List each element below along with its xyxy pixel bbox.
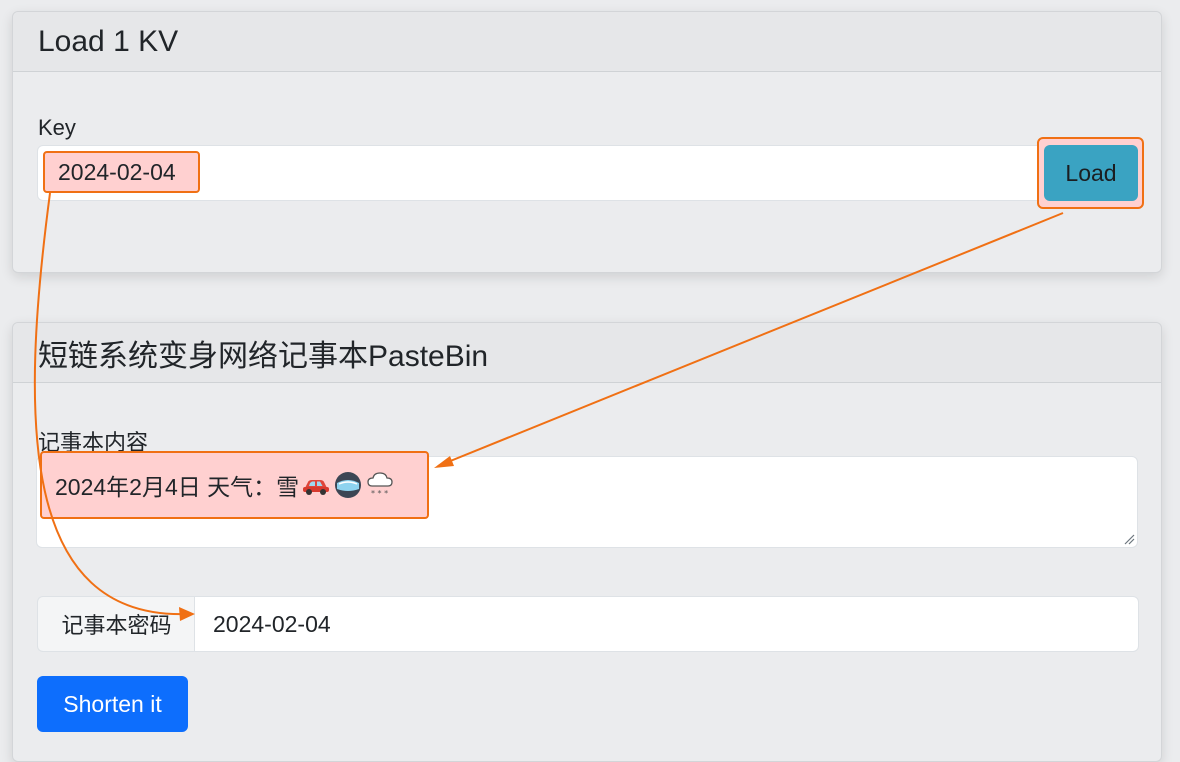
- content-value-highlight: 2024年2月4日 天气：雪 * * *: [40, 451, 429, 519]
- snow-cloud-icon: * * *: [365, 471, 395, 499]
- svg-text:* * *: * * *: [371, 489, 388, 498]
- password-input[interactable]: 2024-02-04: [194, 596, 1139, 652]
- password-label: 记事本密码: [61, 613, 172, 638]
- key-label: Key: [38, 115, 76, 140]
- load-button-label: Load: [1065, 159, 1117, 186]
- pastebin-title: 短链系统变身网络记事本PasteBin: [38, 339, 489, 373]
- key-value-highlight: 2024-02-04: [43, 151, 200, 193]
- load-button[interactable]: Load: [1044, 145, 1138, 201]
- key-value: 2024-02-04: [58, 158, 176, 185]
- load-kv-header: Load 1 KV: [13, 12, 1161, 72]
- shorten-button-label: Shorten it: [63, 690, 162, 717]
- pastebin-header: 短链系统变身网络记事本PasteBin: [13, 323, 1161, 383]
- shorten-button[interactable]: Shorten it: [37, 676, 188, 732]
- load-kv-title: Load 1 KV: [38, 24, 179, 58]
- content-text: 2024年2月4日 天气：雪: [55, 474, 300, 500]
- car-icon: [301, 474, 331, 496]
- password-addon: 记事本密码: [37, 596, 195, 652]
- password-value: 2024-02-04: [213, 610, 331, 637]
- goggles-icon: [333, 471, 363, 499]
- resize-handle-icon[interactable]: [1123, 533, 1135, 545]
- load-kv-card: Load 1 KV: [12, 11, 1162, 273]
